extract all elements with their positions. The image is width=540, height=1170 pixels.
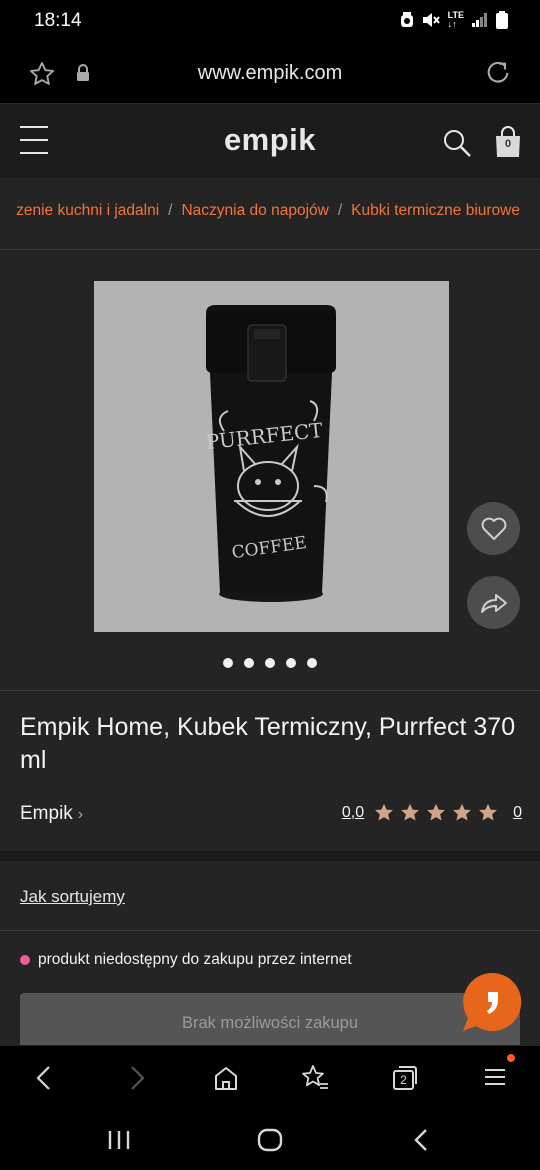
how-we-sort-link[interactable]: Jak sortujemy [20,887,125,907]
product-rating: 0,0 0 [342,803,522,822]
carousel-dot[interactable] [265,658,275,668]
product-image[interactable]: PURRFECT COFFEE [94,281,449,632]
back-icon[interactable] [33,1064,55,1092]
product-title: Empik Home, Kubek Termiczny, Purrfect 37… [20,713,516,774]
star-icon [427,803,446,821]
chat-bubble-icon[interactable] [462,972,522,1032]
system-home-icon[interactable] [256,1128,284,1152]
carousel-dot[interactable] [244,658,254,668]
site-header: empik 0 [0,104,540,178]
clock: 18:14 [34,10,82,31]
breadcrumb-item[interactable]: zenie kuchni i jadalni [16,202,159,219]
reload-icon[interactable] [484,59,512,87]
share-arrow-icon [480,593,507,613]
breadcrumb-item[interactable]: Kubki termiczne biurowe [351,202,520,219]
tabs-button[interactable]: 2 [391,1064,419,1092]
availability-status: produkt niedostępny do zakupu przez inte… [20,951,352,969]
breadcrumb-separator: / [337,202,343,219]
star-icon [453,803,472,821]
status-icons: LTE ↓↑ [400,11,508,29]
heart-icon [481,517,506,540]
network-label: LTE [447,10,464,20]
rating-stars [374,803,498,822]
status-bar: 18:14 LTE ↓↑ [0,0,540,42]
bookmarks-icon[interactable] [300,1064,330,1092]
carousel-dot[interactable] [223,658,233,668]
alarm-icon [400,12,413,27]
system-navigation-bar [0,1110,540,1170]
star-icon [375,803,394,821]
lte-signal-icon: LTE ↓↑ [447,10,464,29]
carousel-dot[interactable] [307,658,317,668]
carousel-dots [0,658,540,668]
system-back-icon[interactable] [410,1128,432,1152]
availability-text: produkt niedostępny do zakupu przez inte… [38,951,352,968]
unavailable-purchase-button[interactable]: Brak możliwości zakupu [20,993,520,1053]
url-text[interactable]: www.empik.com [0,62,540,85]
signal-bars-icon [472,13,487,27]
star-icon [401,803,420,821]
tab-count: 2 [400,1073,407,1087]
status-dot [20,955,30,965]
cart-button[interactable]: 0 [494,126,522,158]
rating-count[interactable]: 0 [513,804,522,822]
forward-icon[interactable] [126,1064,148,1092]
search-icon[interactable] [442,128,472,158]
breadcrumb-item[interactable]: Naczynia do napojów [181,202,328,219]
chevron-right-icon: › [77,806,84,823]
product-gallery: PURRFECT COFFEE [0,250,540,691]
browser-toolbar: 2 [0,1045,540,1110]
brand-name: Empik [20,803,73,824]
availability-section: produkt niedostępny do zakupu przez inte… [0,931,540,1053]
cart-count: 0 [504,138,512,150]
home-icon[interactable] [212,1064,240,1092]
breadcrumb-separator: / [168,202,173,219]
recent-apps-icon[interactable] [106,1128,132,1152]
carousel-dot[interactable] [286,658,296,668]
mute-icon [422,13,440,27]
sorting-section: Jak sortujemy [0,861,540,931]
breadcrumb-track: zenie kuchni i jadalni / Naczynia do napoj… [16,202,520,220]
menu-notification-dot [507,1054,515,1062]
browser-menu-icon[interactable] [482,1064,508,1090]
share-button[interactable] [467,576,520,629]
breadcrumb: zenie kuchni i jadalni / Naczynia do napoj… [0,178,540,250]
product-info: Empik Home, Kubek Termiczny, Purrfect 37… [0,691,540,851]
battery-icon [496,11,508,29]
section-divider [0,851,540,861]
brand-link[interactable]: Empik › [20,803,83,825]
star-icon [479,803,498,821]
rating-score[interactable]: 0,0 [342,804,364,822]
browser-url-bar: www.empik.com [0,42,540,104]
thermal-mug-image: PURRFECT COFFEE [205,305,336,602]
add-to-wishlist-button[interactable] [467,502,520,555]
